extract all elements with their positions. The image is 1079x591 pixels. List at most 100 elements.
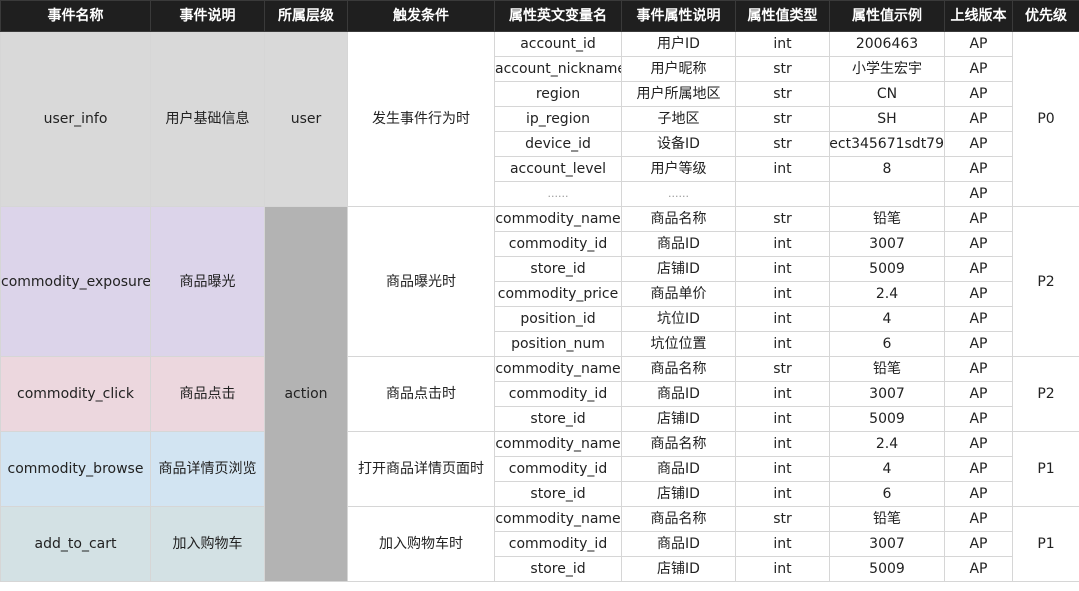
- prop-type-cell[interactable]: int: [735, 431, 830, 457]
- prop-type-cell[interactable]: [735, 181, 830, 207]
- prop-var-cell[interactable]: position_num: [494, 331, 622, 357]
- event-trigger-cell[interactable]: 商品点击时: [347, 356, 495, 432]
- prop-desc-cell[interactable]: 用户ID: [621, 31, 736, 57]
- prop-desc-cell[interactable]: 商品ID: [621, 231, 736, 257]
- prop-desc-cell[interactable]: 用户等级: [621, 156, 736, 182]
- prop-var-cell[interactable]: store_id: [494, 481, 622, 507]
- prop-desc-cell[interactable]: 设备ID: [621, 131, 736, 157]
- prop-type-cell[interactable]: int: [735, 381, 830, 407]
- header-prop-type[interactable]: 属性值类型: [735, 0, 830, 32]
- prop-desc-cell[interactable]: 用户所属地区: [621, 81, 736, 107]
- prop-desc-cell[interactable]: 店铺ID: [621, 256, 736, 282]
- prop-type-cell[interactable]: str: [735, 356, 830, 382]
- prop-desc-cell[interactable]: 店铺ID: [621, 406, 736, 432]
- prop-var-cell[interactable]: commodity_id: [494, 231, 622, 257]
- prop-version-cell[interactable]: AP: [944, 331, 1013, 357]
- prop-desc-cell[interactable]: 商品ID: [621, 381, 736, 407]
- prop-example-cell[interactable]: 2.4: [829, 281, 945, 307]
- prop-desc-cell[interactable]: ......: [621, 181, 736, 207]
- prop-desc-cell[interactable]: 商品名称: [621, 206, 736, 232]
- header-prop-desc[interactable]: 事件属性说明: [621, 0, 736, 32]
- header-event-desc[interactable]: 事件说明: [150, 0, 265, 32]
- prop-version-cell[interactable]: AP: [944, 56, 1013, 82]
- event-name-cell[interactable]: commodity_click: [0, 356, 151, 432]
- prop-var-cell[interactable]: store_id: [494, 256, 622, 282]
- prop-desc-cell[interactable]: 商品名称: [621, 431, 736, 457]
- prop-var-cell[interactable]: ip_region: [494, 106, 622, 132]
- prop-type-cell[interactable]: int: [735, 406, 830, 432]
- prop-example-cell[interactable]: 3007: [829, 231, 945, 257]
- prop-version-cell[interactable]: AP: [944, 206, 1013, 232]
- event-priority-cell[interactable]: P1: [1012, 506, 1079, 582]
- prop-example-cell[interactable]: 2.4: [829, 431, 945, 457]
- prop-version-cell[interactable]: AP: [944, 181, 1013, 207]
- prop-desc-cell[interactable]: 坑位位置: [621, 331, 736, 357]
- header-version[interactable]: 上线版本: [944, 0, 1013, 32]
- prop-example-cell[interactable]: 3007: [829, 531, 945, 557]
- prop-desc-cell[interactable]: 商品ID: [621, 531, 736, 557]
- prop-var-cell[interactable]: account_level: [494, 156, 622, 182]
- prop-example-cell[interactable]: 4: [829, 456, 945, 482]
- header-prop-example[interactable]: 属性值示例: [829, 0, 945, 32]
- prop-desc-cell[interactable]: 店铺ID: [621, 481, 736, 507]
- event-layer-cell[interactable]: user: [264, 31, 348, 207]
- prop-desc-cell[interactable]: 商品单价: [621, 281, 736, 307]
- prop-var-cell[interactable]: store_id: [494, 406, 622, 432]
- prop-desc-cell[interactable]: 子地区: [621, 106, 736, 132]
- event-priority-cell[interactable]: P2: [1012, 356, 1079, 432]
- event-desc-cell[interactable]: 用户基础信息: [150, 31, 265, 207]
- prop-version-cell[interactable]: AP: [944, 131, 1013, 157]
- prop-desc-cell[interactable]: 商品名称: [621, 506, 736, 532]
- event-trigger-cell[interactable]: 商品曝光时: [347, 206, 495, 357]
- prop-version-cell[interactable]: AP: [944, 281, 1013, 307]
- prop-version-cell[interactable]: AP: [944, 406, 1013, 432]
- event-trigger-cell[interactable]: 加入购物车时: [347, 506, 495, 582]
- header-prop-var[interactable]: 属性英文变量名: [494, 0, 622, 32]
- prop-example-cell[interactable]: 5009: [829, 406, 945, 432]
- prop-var-cell[interactable]: device_id: [494, 131, 622, 157]
- prop-example-cell[interactable]: CN: [829, 81, 945, 107]
- prop-example-cell[interactable]: 5009: [829, 556, 945, 582]
- event-trigger-cell[interactable]: 打开商品详情页面时: [347, 431, 495, 507]
- event-desc-cell[interactable]: 商品点击: [150, 356, 265, 432]
- event-name-cell[interactable]: user_info: [0, 31, 151, 207]
- prop-version-cell[interactable]: AP: [944, 306, 1013, 332]
- prop-version-cell[interactable]: AP: [944, 431, 1013, 457]
- prop-version-cell[interactable]: AP: [944, 106, 1013, 132]
- event-desc-cell[interactable]: 商品曝光: [150, 206, 265, 357]
- prop-type-cell[interactable]: str: [735, 81, 830, 107]
- prop-version-cell[interactable]: AP: [944, 156, 1013, 182]
- prop-var-cell[interactable]: commodity_name: [494, 356, 622, 382]
- prop-desc-cell[interactable]: 商品名称: [621, 356, 736, 382]
- prop-example-cell[interactable]: 小学生宏宇: [829, 56, 945, 82]
- prop-var-cell[interactable]: commodity_id: [494, 456, 622, 482]
- prop-example-cell[interactable]: 8: [829, 156, 945, 182]
- prop-version-cell[interactable]: AP: [944, 81, 1013, 107]
- prop-example-cell[interactable]: lect345671sdt79(: [829, 131, 945, 157]
- prop-type-cell[interactable]: int: [735, 256, 830, 282]
- prop-desc-cell[interactable]: 用户昵称: [621, 56, 736, 82]
- prop-type-cell[interactable]: int: [735, 456, 830, 482]
- prop-example-cell[interactable]: 铅笔: [829, 356, 945, 382]
- event-priority-cell[interactable]: P0: [1012, 31, 1079, 207]
- event-name-cell[interactable]: add_to_cart: [0, 506, 151, 582]
- prop-type-cell[interactable]: int: [735, 231, 830, 257]
- prop-version-cell[interactable]: AP: [944, 231, 1013, 257]
- event-priority-cell[interactable]: P2: [1012, 206, 1079, 357]
- header-event-name[interactable]: 事件名称: [0, 0, 151, 32]
- event-desc-cell[interactable]: 加入购物车: [150, 506, 265, 582]
- prop-type-cell[interactable]: int: [735, 481, 830, 507]
- prop-example-cell[interactable]: 6: [829, 331, 945, 357]
- prop-desc-cell[interactable]: 店铺ID: [621, 556, 736, 582]
- prop-var-cell[interactable]: commodity_name: [494, 206, 622, 232]
- prop-version-cell[interactable]: AP: [944, 456, 1013, 482]
- header-trigger[interactable]: 触发条件: [347, 0, 495, 32]
- prop-type-cell[interactable]: str: [735, 506, 830, 532]
- prop-version-cell[interactable]: AP: [944, 256, 1013, 282]
- prop-var-cell[interactable]: commodity_id: [494, 381, 622, 407]
- prop-version-cell[interactable]: AP: [944, 356, 1013, 382]
- prop-type-cell[interactable]: int: [735, 156, 830, 182]
- event-priority-cell[interactable]: P1: [1012, 431, 1079, 507]
- prop-var-cell[interactable]: account_nickname: [494, 56, 622, 82]
- prop-type-cell[interactable]: str: [735, 206, 830, 232]
